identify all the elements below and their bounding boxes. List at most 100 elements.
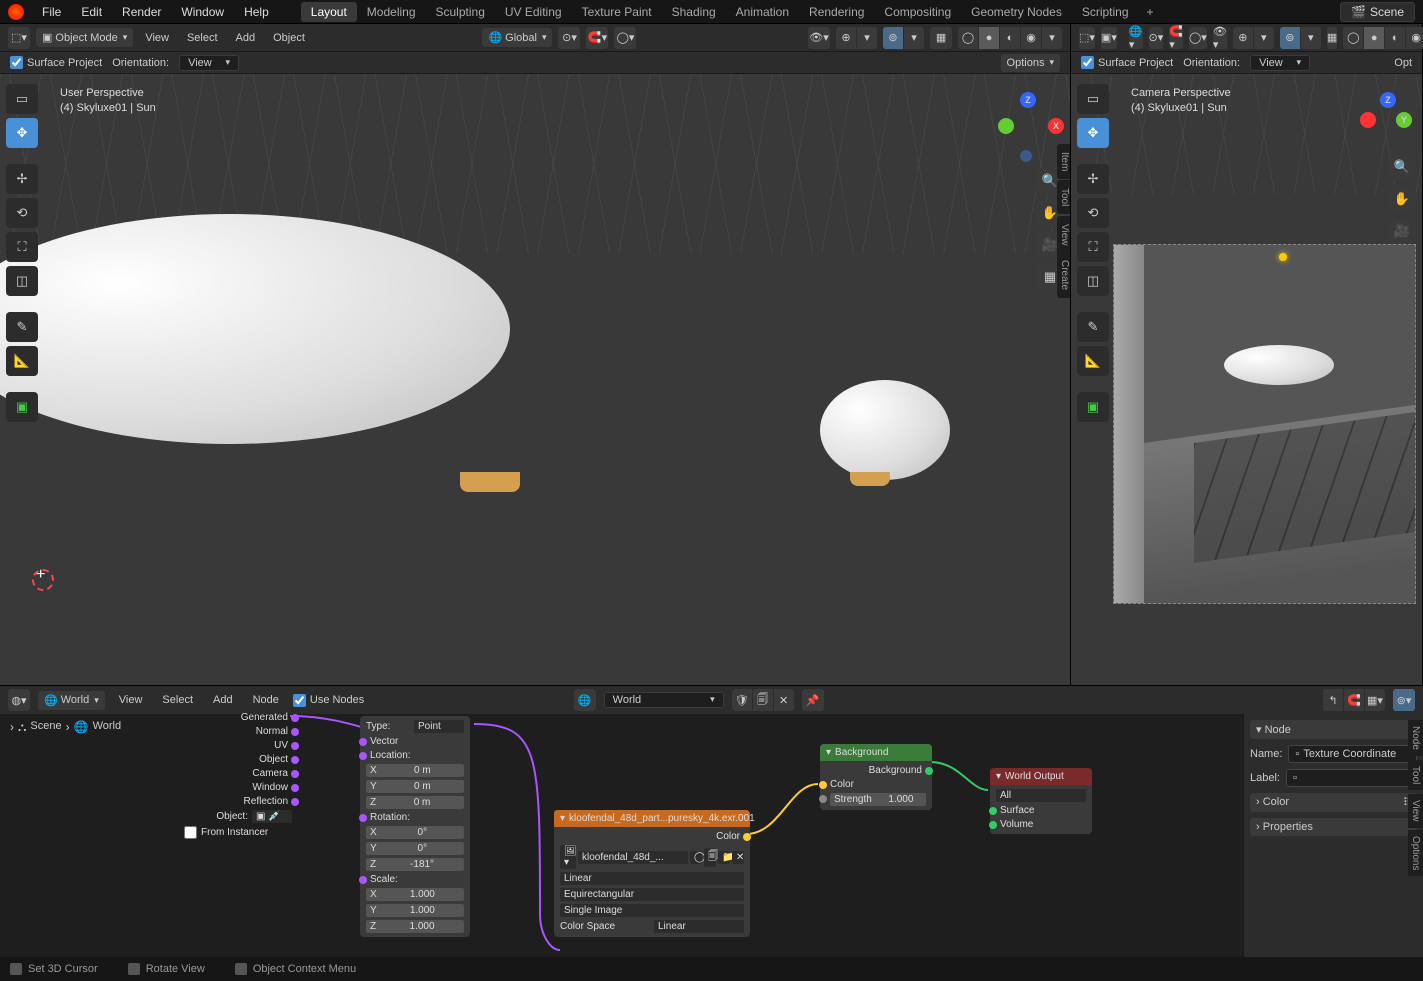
shade-render-icon[interactable]: ◉ xyxy=(1021,27,1041,49)
interp-dd[interactable]: Linear xyxy=(560,872,744,885)
mode-sel-r[interactable]: ▣▾ xyxy=(1101,27,1117,49)
sock-normal[interactable]: Normal xyxy=(256,726,292,737)
menu-file[interactable]: File xyxy=(34,2,69,22)
env-tex-header[interactable]: ▾kloofendal_48d_part...puresky_4k.exr.00… xyxy=(554,810,750,827)
loc-z[interactable]: Z0 m xyxy=(366,796,464,809)
tool-rotate-r[interactable]: ⟲ xyxy=(1077,198,1109,228)
sock-bg-color[interactable]: Color xyxy=(826,779,926,790)
sock-surface[interactable]: Surface xyxy=(996,805,1086,816)
tab-animation[interactable]: Animation xyxy=(726,2,799,22)
pivot-icon[interactable]: ⊙▾ xyxy=(558,27,580,49)
snap-node-icon[interactable]: 🧲 xyxy=(1344,689,1364,711)
snap-node-dd[interactable]: ▦▾ xyxy=(1365,689,1385,711)
axis-y-icon[interactable] xyxy=(998,118,1014,134)
rot-z[interactable]: Z-181° xyxy=(366,858,464,871)
properties-section[interactable]: › Properties xyxy=(1250,818,1417,836)
menu-edit[interactable]: Edit xyxy=(73,2,110,22)
shader-type-dd[interactable]: 🌐World xyxy=(38,691,105,710)
wout-target-dd[interactable]: All xyxy=(996,789,1086,802)
unlink-world-icon[interactable]: ✕ xyxy=(774,689,794,711)
scale-z[interactable]: Z1.000 xyxy=(366,920,464,933)
pivot-r[interactable]: ⊙▾ xyxy=(1149,27,1164,49)
sock-generated[interactable]: Generated xyxy=(241,712,292,723)
overlay-dd-r[interactable]: ▾ xyxy=(1301,27,1321,49)
snap-r[interactable]: 🧲▾ xyxy=(1169,27,1183,49)
np-tab-tool[interactable]: Tool xyxy=(1408,760,1423,790)
tool-add-cube[interactable]: ▣ xyxy=(6,392,38,422)
vp-menu-add[interactable]: Add xyxy=(230,29,262,47)
mode-selector[interactable]: ▣Object Mode xyxy=(36,28,133,47)
gizmo-r[interactable]: ⊕ xyxy=(1233,27,1253,49)
n-tab-view[interactable]: View xyxy=(1057,216,1070,254)
pin-icon[interactable]: 📌 xyxy=(802,689,824,711)
tool-move-r[interactable]: ✢ xyxy=(1077,164,1109,194)
node-world-output[interactable]: ▾World Output All Surface Volume xyxy=(990,768,1092,834)
surface-project-cb-r[interactable]: Surface Project xyxy=(1081,56,1173,69)
label-field[interactable]: ▫ xyxy=(1286,769,1417,787)
ne-menu-select[interactable]: Select xyxy=(156,691,199,709)
wire-r[interactable]: ◯ xyxy=(1343,27,1363,49)
editor-type-icon-r[interactable]: ⬚▾ xyxy=(1079,27,1095,49)
menu-help[interactable]: Help xyxy=(236,2,277,22)
vis-r[interactable]: 👁▾ xyxy=(1213,27,1227,49)
tool-measure[interactable]: 📐 xyxy=(6,346,38,376)
axis-y-r[interactable]: Y xyxy=(1396,112,1412,128)
overlay-r[interactable]: ⊚ xyxy=(1280,27,1300,49)
shade-matprev-icon[interactable]: ◐ xyxy=(1000,27,1020,49)
tool-annotate[interactable]: ✎ xyxy=(6,312,38,342)
camera-r-icon[interactable]: 🎥 xyxy=(1388,218,1416,244)
options-btn[interactable]: Options xyxy=(1001,54,1060,72)
sock-color-out[interactable]: Color xyxy=(560,831,744,842)
sock-camera[interactable]: Camera xyxy=(252,768,292,779)
new-world-icon[interactable]: 🗐 xyxy=(753,689,773,711)
vp-menu-select[interactable]: Select xyxy=(181,29,224,47)
transform-orientation[interactable]: 🌐Global xyxy=(482,28,552,47)
fake-user-icon[interactable]: 🛡 xyxy=(732,689,752,711)
ne-menu-view[interactable]: View xyxy=(113,691,149,709)
render-r[interactable]: ◉ xyxy=(1406,27,1423,49)
sock-object[interactable]: Object xyxy=(259,754,292,765)
tool-move[interactable]: ✢ xyxy=(6,164,38,194)
tab-add-icon[interactable]: + xyxy=(1139,2,1162,22)
node-mapping[interactable]: Type:Point Vector Location: X0 m Y0 m Z0… xyxy=(360,716,470,937)
tab-scripting[interactable]: Scripting xyxy=(1072,2,1139,22)
tool-cursor-r[interactable]: ✥ xyxy=(1077,118,1109,148)
gizmo-dd-icon[interactable]: ▾ xyxy=(857,27,877,49)
projection-dd[interactable]: Equirectangular xyxy=(560,888,744,901)
name-field[interactable]: ▫Texture Coordinate xyxy=(1288,745,1417,763)
tool-scale-r[interactable]: ⛶ xyxy=(1077,232,1109,262)
axis-x-r[interactable] xyxy=(1360,112,1376,128)
zoom-r-icon[interactable]: 🔍 xyxy=(1388,154,1416,180)
ne-menu-add[interactable]: Add xyxy=(207,691,239,709)
scene-selector[interactable]: 🎬 Scene xyxy=(1340,2,1415,22)
tab-compositing[interactable]: Compositing xyxy=(874,2,961,22)
node-editor-body[interactable]: › ⛬ Scene › 🌐 World Generated Normal UV … xyxy=(0,714,1423,957)
snap-icon[interactable]: 🧲▾ xyxy=(586,27,608,49)
n-tab-tool[interactable]: Tool xyxy=(1057,180,1070,214)
orientation-r[interactable]: 🌐▾ xyxy=(1129,27,1143,49)
img-icon[interactable]: 🖼▾ xyxy=(560,845,576,869)
shade-wire-icon[interactable]: ◯ xyxy=(958,27,978,49)
world-block-icon[interactable]: 🌐 xyxy=(574,689,596,711)
img-new-icon[interactable]: 🗐 xyxy=(704,848,716,867)
gizmo-toggle-icon[interactable]: ⊕ xyxy=(836,27,856,49)
wout-header[interactable]: ▾World Output xyxy=(990,768,1092,785)
tab-shading[interactable]: Shading xyxy=(662,2,726,22)
rot-x[interactable]: X0° xyxy=(366,826,464,839)
tab-geometry-nodes[interactable]: Geometry Nodes xyxy=(961,2,1072,22)
from-instancer-cb[interactable]: From Instancer xyxy=(184,826,292,839)
bc-scene[interactable]: Scene xyxy=(30,720,61,732)
shade-dd-icon[interactable]: ▾ xyxy=(1042,27,1062,49)
tool-cursor[interactable]: ✥ xyxy=(6,118,38,148)
xray-icon[interactable]: ▦ xyxy=(930,27,952,49)
orientation-dd[interactable]: View xyxy=(179,55,239,71)
node-env-texture[interactable]: ▾kloofendal_48d_part...puresky_4k.exr.00… xyxy=(554,810,750,937)
tool-rotate[interactable]: ⟲ xyxy=(6,198,38,228)
bc-world[interactable]: World xyxy=(93,720,122,732)
scale-y[interactable]: Y1.000 xyxy=(366,904,464,917)
visibility-eye-icon[interactable]: 👁▾ xyxy=(808,27,830,49)
sock-bg-strength[interactable]: Strength1.000 xyxy=(826,793,926,806)
overlay-node-icon[interactable]: ⊚▾ xyxy=(1393,689,1415,711)
solid-r[interactable]: ● xyxy=(1364,27,1384,49)
sock-window[interactable]: Window xyxy=(252,782,292,793)
